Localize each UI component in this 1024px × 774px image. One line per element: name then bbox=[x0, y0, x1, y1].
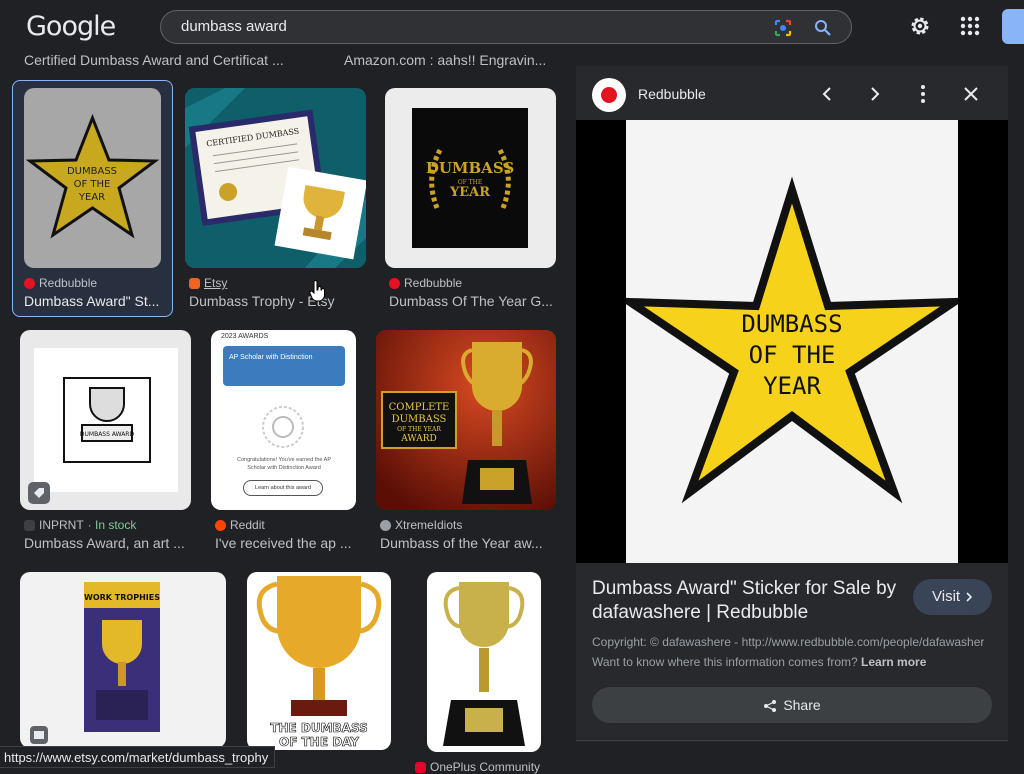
star-text-3: YEAR bbox=[78, 192, 105, 203]
learn-more-link[interactable]: Learn more bbox=[861, 655, 926, 669]
search-input[interactable] bbox=[181, 18, 741, 35]
star-text-1: DUMBASS bbox=[67, 166, 117, 177]
result-source[interactable]: XtremeIdiots bbox=[380, 518, 462, 532]
star-text-2: OF THE bbox=[74, 179, 111, 190]
product-tag-icon bbox=[28, 482, 50, 504]
share-icon bbox=[764, 700, 777, 712]
chevron-right-icon[interactable] bbox=[863, 82, 887, 106]
result-source-label: INPRNT bbox=[39, 518, 84, 532]
search-box[interactable] bbox=[160, 10, 852, 44]
visit-button[interactable]: Visit bbox=[913, 579, 992, 615]
panel-site-name[interactable]: Redbubble bbox=[638, 86, 706, 102]
gear-icon[interactable] bbox=[908, 14, 932, 38]
result-title[interactable]: Amazon.com : aahs!! Engravin... bbox=[344, 52, 554, 68]
result-source[interactable]: INPRNT · In stock bbox=[24, 518, 136, 532]
result-title[interactable]: Dumbass Award" St... bbox=[24, 293, 164, 309]
result-thumbnail[interactable]: THE DUMBASS OF THE DAY bbox=[247, 572, 391, 750]
inprnt-icon bbox=[24, 519, 35, 531]
copyright-text: Copyright: © dafawashere - http://www.re… bbox=[592, 635, 985, 649]
sign-text-4: AWARD bbox=[400, 434, 436, 444]
result-source[interactable]: Redbubble bbox=[24, 276, 97, 290]
sign-text-3: OF THE YEAR bbox=[397, 426, 441, 433]
google-logo[interactable]: Google bbox=[26, 11, 116, 42]
day-text-2: OF THE DAY bbox=[279, 735, 359, 749]
sign-text-2: DUMBASS bbox=[392, 414, 447, 425]
result-title[interactable]: Dumbass Of The Year G... bbox=[389, 293, 555, 309]
status-bar-url: https://www.etsy.com/market/dumbass_trop… bbox=[0, 746, 276, 768]
result-thumbnail[interactable]: DUMBASS OF THE YEAR bbox=[24, 88, 161, 268]
panel-title[interactable]: Dumbass Award" Sticker for Sale by dafaw… bbox=[592, 577, 902, 625]
result-source[interactable]: OnePlus Community bbox=[415, 760, 540, 774]
preview-panel: Redbubble DUMBASS OF THE YEAR Dumbass Aw… bbox=[576, 66, 1008, 742]
result-thumbnail[interactable]: COMPLETE DUMBASS OF THE YEAR AWARD bbox=[376, 330, 556, 510]
redbubble-icon bbox=[389, 277, 400, 289]
share-button[interactable]: Share bbox=[592, 687, 992, 723]
result-title[interactable]: Certified Dumbass Award and Certificat .… bbox=[24, 52, 304, 68]
redbubble-logo[interactable] bbox=[592, 78, 626, 112]
etsy-icon bbox=[189, 277, 200, 289]
info-source-text: Want to know where this information come… bbox=[592, 655, 926, 669]
result-thumbnail[interactable] bbox=[427, 572, 541, 752]
laurel-text-top: DUMBASS bbox=[426, 159, 514, 177]
result-source-label: Redbubble bbox=[39, 276, 98, 290]
globe-icon bbox=[380, 519, 391, 531]
google-lens-icon[interactable] bbox=[773, 18, 793, 38]
result-source-label: Etsy bbox=[204, 276, 228, 290]
result-thumbnail[interactable]: CERTIFIED DUMBASS bbox=[185, 88, 366, 268]
result-source-label: OnePlus Community bbox=[430, 760, 541, 774]
info-source-question: Want to know where this information come… bbox=[592, 655, 858, 669]
close-icon[interactable] bbox=[959, 82, 983, 106]
awards-header: 2023 AWARDS bbox=[221, 333, 269, 340]
result-thumbnail[interactable]: 2023 AWARDS AP Scholar with Distinction … bbox=[211, 330, 356, 510]
header: Google bbox=[0, 0, 1024, 52]
hand-cursor-icon bbox=[309, 280, 325, 302]
result-source-label: Reddit bbox=[230, 518, 265, 532]
result-thumbnail[interactable]: DUMBASS OF THE YEAR bbox=[385, 88, 556, 268]
reddit-icon bbox=[215, 519, 226, 531]
share-label: Share bbox=[783, 697, 821, 713]
chevron-left-icon[interactable] bbox=[815, 82, 839, 106]
sign-text-1: COMPLETE bbox=[389, 402, 450, 413]
preview-image[interactable]: DUMBASS OF THE YEAR bbox=[576, 120, 1008, 563]
box-label: WORK TROPHIES bbox=[84, 593, 160, 602]
image-icon bbox=[30, 726, 48, 744]
chevron-right-icon bbox=[966, 592, 973, 602]
oneplus-icon bbox=[415, 761, 426, 773]
visit-label: Visit bbox=[932, 588, 961, 605]
result-title[interactable]: I've received the ap ... bbox=[215, 535, 360, 551]
result-title[interactable]: Dumbass of the Year aw... bbox=[380, 535, 555, 551]
result-thumbnail[interactable]: WORK TROPHIES bbox=[20, 572, 226, 748]
result-source-label: Redbubble bbox=[404, 276, 463, 290]
awards-card: AP Scholar with Distinction bbox=[223, 346, 345, 386]
panel-star-text-1: DUMBASS bbox=[741, 310, 842, 338]
more-options-icon[interactable] bbox=[911, 82, 935, 106]
awards-button: Learn about this award bbox=[243, 480, 323, 496]
result-source[interactable]: Etsy bbox=[189, 276, 227, 290]
result-title[interactable]: Dumbass Award, an art ... bbox=[24, 535, 194, 551]
result-source[interactable]: Reddit bbox=[215, 518, 265, 532]
result-source[interactable]: Redbubble bbox=[389, 276, 462, 290]
panel-star-text-2: OF THE bbox=[749, 341, 836, 369]
awards-body: Congratulations! You've earned the AP Sc… bbox=[236, 457, 331, 471]
sign-in-button[interactable] bbox=[1002, 9, 1024, 44]
day-text-1: THE DUMBASS bbox=[270, 721, 367, 735]
laurel-text-bottom: YEAR bbox=[449, 185, 490, 200]
apps-grid-icon[interactable] bbox=[958, 14, 982, 38]
result-source-label: XtremeIdiots bbox=[395, 518, 463, 532]
panel-divider bbox=[576, 740, 1008, 741]
result-thumbnail[interactable]: DUMBASS AWARD bbox=[20, 330, 191, 510]
search-icon[interactable] bbox=[813, 18, 833, 38]
result-title[interactable]: Dumbass Trophy - Etsy bbox=[189, 293, 369, 309]
redbubble-icon bbox=[24, 277, 35, 289]
stock-status: · In stock bbox=[87, 518, 137, 532]
trophy-label: DUMBASS AWARD bbox=[80, 431, 135, 438]
panel-star-text-3: YEAR bbox=[763, 372, 821, 400]
